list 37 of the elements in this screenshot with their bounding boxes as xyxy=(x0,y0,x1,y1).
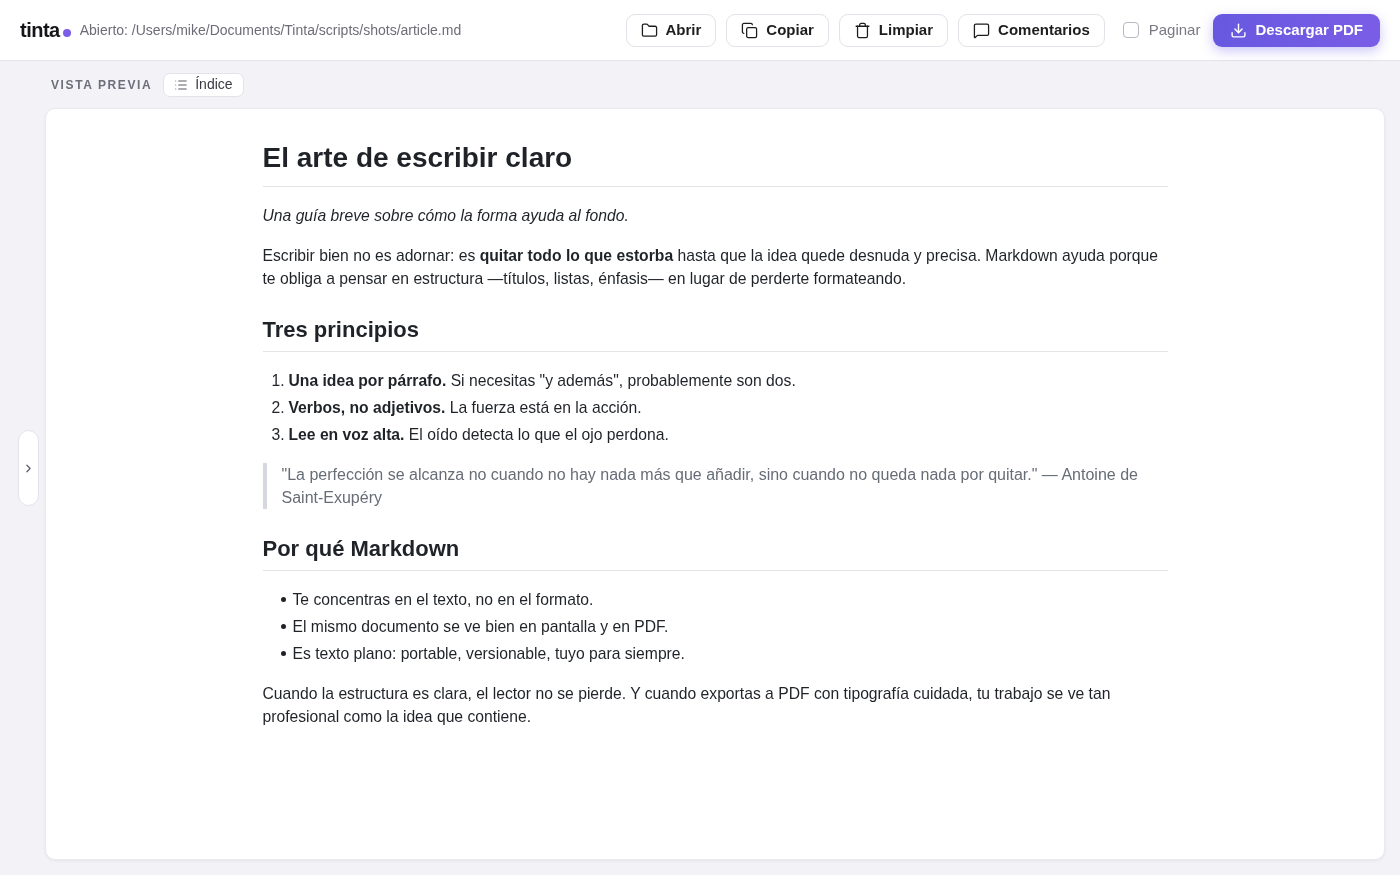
folder-icon xyxy=(640,21,658,39)
list-number: 3. xyxy=(270,425,286,445)
list-number: 1. xyxy=(270,371,286,391)
checkbox[interactable] xyxy=(1122,22,1139,38)
section-heading: Tres principios xyxy=(262,316,419,344)
trash-icon xyxy=(853,21,871,39)
logo-text: tinta xyxy=(20,18,60,42)
toolbar-button[interactable]: Comentarios xyxy=(958,13,1105,47)
section-label: VISTA PREVIA xyxy=(51,76,153,94)
list-item-text: El mismo documento se ve bien en pantalla y en PDF. xyxy=(292,617,669,637)
copy-icon xyxy=(741,21,759,39)
bullet-icon xyxy=(280,597,286,602)
blockquote-text: "La perfección se alcanza no cuando no hay nada más que añadir, sino cuando no queda nada por quitar." — Antoine de Saint-Exupéry xyxy=(280,465,1139,508)
sidebar-toggle-button[interactable] xyxy=(18,430,39,506)
file-path-text: Abierto: /Users/mike/Documents/Tinta/scripts/shots/article.md xyxy=(79,20,462,40)
section-heading: Por qué Markdown xyxy=(262,535,460,563)
speech-bubble-icon xyxy=(973,21,991,39)
bullet-icon xyxy=(280,624,286,629)
toolbar-button[interactable]: Abrir xyxy=(625,13,717,47)
download-pdf-button[interactable]: Descargar PDF xyxy=(1213,13,1380,47)
list-item-text: Es texto plano: portable, versionable, tuyo para siempre. xyxy=(292,644,685,664)
paragraph-text: Cuando la estructura es clara, el lector no se pierde. Y cuando exportas a PDF con tipografía cuidada, tu trabajo se ve tan profesional como la idea que contiene. xyxy=(262,684,1112,727)
toolbar-button[interactable]: Limpiar xyxy=(838,13,949,47)
list-icon xyxy=(174,77,189,92)
checkbox-label: Paginar xyxy=(1148,19,1201,40)
toolbar-button[interactable]: Copiar xyxy=(726,13,829,47)
list-item-text: Te concentras en el texto, no en el formato. xyxy=(292,590,594,610)
bullet-icon xyxy=(280,651,286,656)
subtitle-text: Una guía breve sobre cómo la forma ayuda al fondo. xyxy=(262,207,629,224)
document-title: El arte de escribir claro xyxy=(262,141,573,175)
download-icon xyxy=(1230,21,1248,39)
list-number: 2. xyxy=(270,398,286,418)
list-item-text: Una idea por párrafo. Si necesitas "y además", probablemente son dos. xyxy=(288,371,796,391)
paragraph-text: Escribir bien no es adornar: es quitar todo lo que estorba hasta que la idea quede desnuda y precisa. Markdown ayuda porque te obliga a pensar en estructura —títulos, listas, énfasis— en lugar de perderte formateando. xyxy=(262,246,1159,289)
list-item-text: Verbos, no adjetivos. La fuerza está en la acción. xyxy=(288,398,642,418)
table-of-contents-button[interactable]: Índice xyxy=(163,72,244,97)
list-item-text: Lee en voz alta. El oído detecta lo que el ojo perdona. xyxy=(288,425,669,445)
